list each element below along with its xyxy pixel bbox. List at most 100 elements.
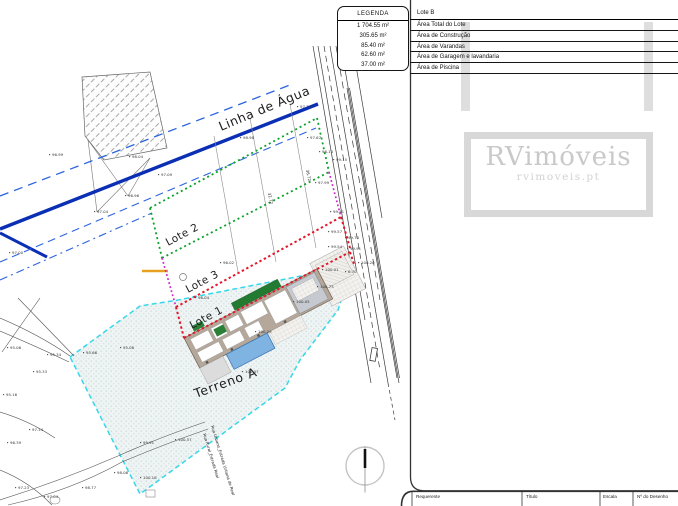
title-block-labels: RequerenteTítuloEscalaNº do Desenho bbox=[416, 494, 668, 499]
elevation-marker bbox=[7, 442, 8, 443]
elevation-label: 100.16 bbox=[143, 475, 157, 480]
elevation-label: 98.98 bbox=[243, 135, 255, 140]
elevation-marker bbox=[44, 496, 45, 497]
elevation-marker bbox=[9, 252, 10, 253]
legend-value: 305.65 m² bbox=[338, 31, 408, 41]
title-block-field: Escala bbox=[603, 494, 617, 499]
legend-label: Área de Garagem e lavandaria bbox=[410, 52, 678, 63]
well-circle bbox=[180, 274, 187, 281]
elevation-marker bbox=[140, 442, 141, 443]
elevation-label: 95.16 bbox=[6, 392, 18, 397]
elevation-label: 97.23 bbox=[18, 485, 30, 490]
legend-value: 62.60 m² bbox=[338, 50, 408, 60]
elevation-label: 95.08 bbox=[123, 345, 135, 350]
legend-label: Área Total do Lote bbox=[410, 20, 678, 31]
legend-label: Área de Construção bbox=[410, 31, 678, 42]
plan-label: 32.72 bbox=[267, 192, 274, 205]
elevation-marker bbox=[33, 371, 34, 372]
legend-labels-column: Lote B Área Total do Lote Área de Constr… bbox=[410, 6, 678, 74]
elevation-marker bbox=[114, 472, 115, 473]
elevation-label: 96.39 bbox=[10, 440, 22, 445]
elevation-marker bbox=[129, 156, 130, 157]
elevation-marker bbox=[358, 262, 359, 263]
elevation-label: 97.74 bbox=[300, 104, 312, 109]
elevation-label: 100.29 bbox=[258, 329, 272, 334]
elevation-label: 100.57 bbox=[178, 437, 192, 442]
elevation-marker bbox=[333, 159, 334, 160]
elevation-marker bbox=[15, 487, 16, 488]
elevation-label: 95.06 bbox=[10, 345, 22, 350]
watermark-subtitle: rvimoveis.pt bbox=[471, 171, 646, 183]
elevation-marker bbox=[345, 271, 346, 272]
hatched-area bbox=[82, 72, 167, 160]
elevation-label: 97.04 bbox=[97, 209, 109, 214]
elevation-label: 95.66 bbox=[86, 350, 98, 355]
elevation-label: 99.54 bbox=[331, 244, 343, 249]
panel-borders bbox=[402, 0, 678, 506]
water-dashdot-lower bbox=[0, 213, 152, 280]
elevation-marker bbox=[315, 182, 316, 183]
elevation-marker bbox=[125, 195, 126, 196]
elevation-marker bbox=[347, 248, 348, 249]
elevation-marker bbox=[49, 154, 50, 155]
elevation-label: 95.33 bbox=[36, 369, 48, 374]
elevation-marker bbox=[3, 394, 4, 395]
elevation-label: 99.15 bbox=[336, 157, 348, 162]
elevation-marker bbox=[120, 347, 121, 348]
elevation-label: 96.99 bbox=[52, 152, 64, 157]
elevation-label: 96.96 bbox=[128, 193, 140, 198]
plan-label: Lote 2 bbox=[164, 221, 201, 248]
title-block-field: Título bbox=[526, 494, 538, 499]
elevation-marker bbox=[158, 174, 159, 175]
elevation-marker bbox=[255, 331, 256, 332]
plan-label: 36.72 bbox=[305, 169, 312, 182]
elevation-label: 98.04 bbox=[132, 154, 144, 159]
elevation-label: 100.73 bbox=[320, 284, 334, 289]
elevation-label: 96.04 bbox=[198, 295, 210, 300]
elevation-label: 97.09 bbox=[161, 172, 173, 177]
elevation-marker bbox=[195, 297, 196, 298]
elevation-label: 97.67 bbox=[310, 135, 322, 140]
elevation-marker bbox=[94, 211, 95, 212]
elevation-marker bbox=[345, 237, 346, 238]
watermark-title: RVimóveis bbox=[471, 143, 646, 171]
elevation-label: 97.04 bbox=[47, 494, 59, 499]
elevation-label: 95.34 bbox=[50, 352, 62, 357]
elevation-label: 97.99 bbox=[318, 180, 330, 185]
elevation-marker bbox=[297, 106, 298, 107]
elevation-marker bbox=[140, 477, 141, 478]
north-arrow bbox=[346, 447, 384, 493]
elevation-label: 98.10 bbox=[322, 149, 334, 154]
legend-header: LEGENDA bbox=[338, 7, 408, 21]
elevation-marker bbox=[175, 439, 176, 440]
elevation-label: 100.01 bbox=[325, 267, 339, 272]
site-plan-sheet: 96.99 98.04 96.96 97.04 97.09 98.98 97.00 95.06… bbox=[0, 0, 678, 506]
elevation-label: 97.00 bbox=[12, 250, 24, 255]
elevation-marker bbox=[322, 269, 323, 270]
legend-lot-header: Lote B bbox=[410, 6, 678, 20]
legend-label: Área de Piscina bbox=[410, 63, 678, 74]
elevation-marker bbox=[29, 429, 30, 430]
elevation-marker bbox=[328, 231, 329, 232]
legend-value: 85.40 m² bbox=[338, 41, 408, 51]
elevation-label: 98.06 bbox=[117, 470, 129, 475]
elevation-marker bbox=[240, 137, 241, 138]
title-block-field: Requerente bbox=[416, 494, 440, 499]
elevation-label: 6.70 bbox=[348, 269, 357, 274]
legend-value: 37.00 m² bbox=[338, 60, 408, 70]
elevation-label: 99.41 bbox=[333, 209, 345, 214]
elevation-marker bbox=[328, 246, 329, 247]
elevation-marker bbox=[220, 262, 221, 263]
elevation-marker bbox=[293, 301, 294, 302]
elevation-label: 99.57 bbox=[331, 229, 343, 234]
elevation-marker bbox=[319, 151, 320, 152]
legend-value: 1 704.55 m² bbox=[338, 21, 408, 31]
elevation-label: 99.70 bbox=[348, 235, 360, 240]
elevation-marker bbox=[82, 487, 83, 488]
elevation-label: 100.20 bbox=[361, 260, 375, 265]
elevation-marker bbox=[330, 211, 331, 212]
legend-values-column: LEGENDA 1 704.55 m² 305.65 m² 85.40 m² 6… bbox=[337, 6, 409, 71]
elevation-label: 98.77 bbox=[85, 485, 97, 490]
legend-label: Área de Varandas bbox=[410, 42, 678, 53]
road-lines bbox=[313, 46, 400, 420]
